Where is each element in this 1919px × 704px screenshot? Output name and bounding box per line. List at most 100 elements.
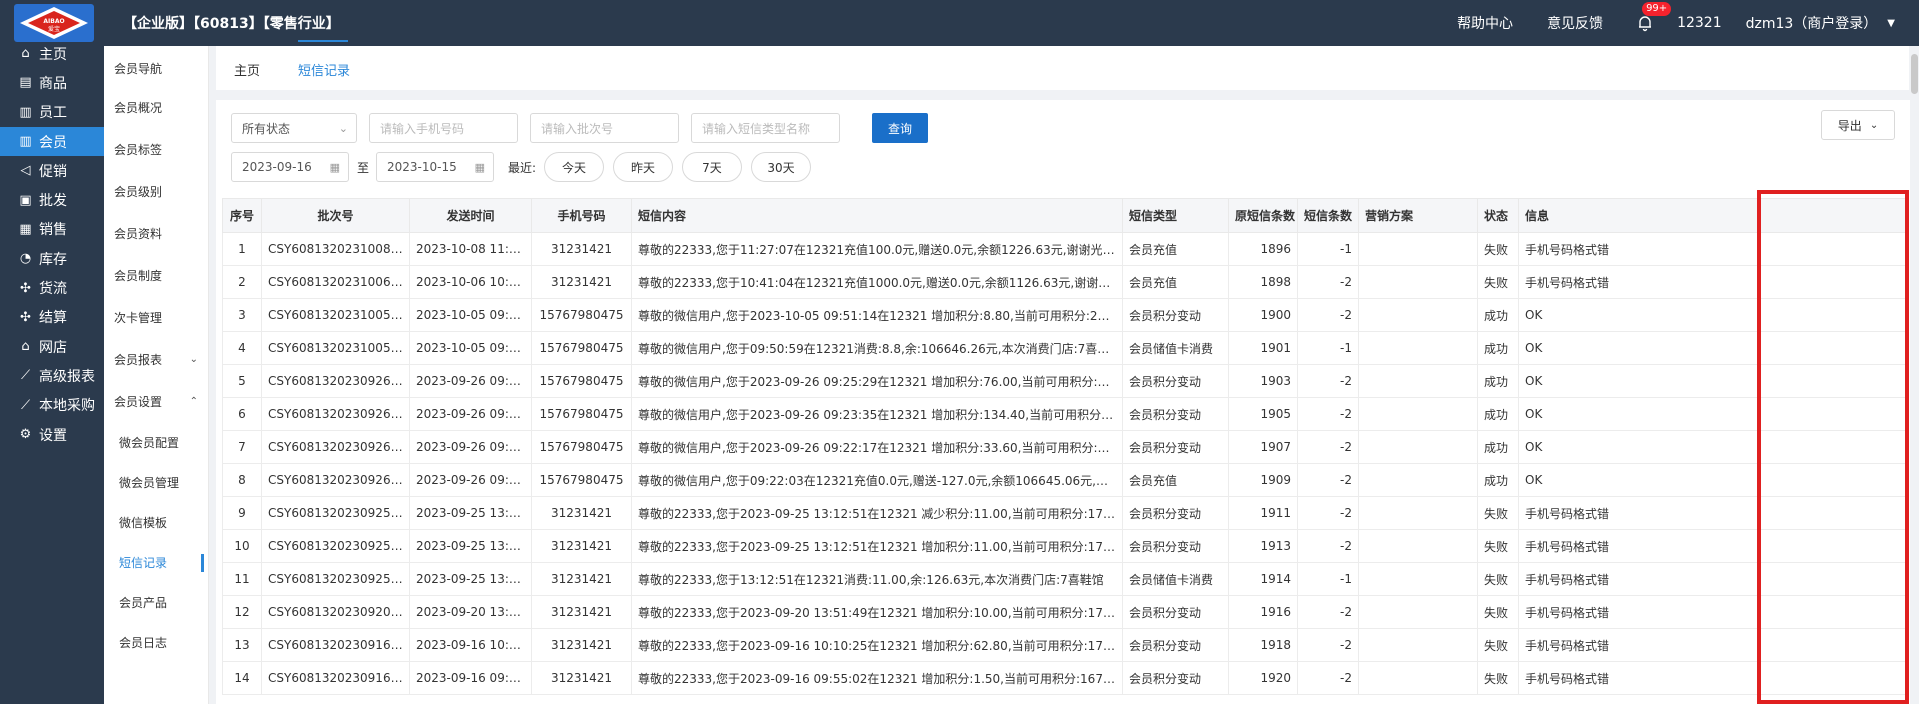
subnav-member-profile[interactable]: 会员资料 (104, 212, 208, 254)
table-row[interactable]: 13CSY60813202309161010305832023-09-16 10… (222, 628, 1907, 662)
subnav-sms-records[interactable]: 短信记录 (104, 542, 208, 582)
chevron-down-icon: ⌄ (1869, 119, 1879, 131)
subnav-member-settings[interactable]: 会员设置 ⌃ (104, 380, 208, 422)
sidebar-item-label: 货流 (39, 281, 67, 298)
table-row[interactable]: 4CSY60813202310050950597402023-10-05 09:… (222, 331, 1907, 365)
table-row[interactable]: 2CSY60813202310061041044702023-10-06 10:… (222, 265, 1907, 299)
sidebar-item-store[interactable]: ⌂ 网店 (0, 332, 104, 361)
subnav-member-overview[interactable]: 会员概况 (104, 86, 208, 128)
sidebar-item-home[interactable]: ⌂ 主页 (0, 39, 104, 68)
chevron-down-icon[interactable]: ▼ (1887, 18, 1895, 29)
table-cell: 15767980475 (531, 463, 632, 497)
table-cell (1358, 298, 1478, 332)
table-cell: -1 (1297, 232, 1359, 266)
sidebar-item-promotion[interactable]: ◁ 促销 (0, 156, 104, 185)
export-button[interactable]: 导出 ⌄ (1821, 110, 1895, 140)
table-row[interactable]: 6CSY60813202309260923401432023-09-26 09:… (222, 397, 1907, 431)
scrollbar-thumb[interactable] (1911, 54, 1918, 94)
subnav-card-management[interactable]: 次卡管理 (104, 296, 208, 338)
sidebar-item-settlement[interactable]: ✣ 结算 (0, 303, 104, 332)
table-cell (1358, 562, 1478, 596)
table-row[interactable]: 10CSY60813202309251313002272023-09-25 13… (222, 529, 1907, 563)
table-cell: 1903 (1228, 364, 1298, 398)
batch-input[interactable]: 请输入批次号 (530, 113, 679, 143)
table-row[interactable]: 9CSY60813202309251313300662023-09-25 13:… (222, 496, 1907, 530)
table-cell: -2 (1297, 397, 1359, 431)
sidebar-item-label: 销售 (39, 222, 67, 239)
subnav-member-nav[interactable]: 会员导航 (104, 50, 208, 86)
date-to-input[interactable]: 2023-10-15 ▦ (376, 152, 494, 182)
quick-30days-button[interactable]: 30天 (751, 152, 811, 182)
quick-yesterday-button[interactable]: 昨天 (613, 152, 673, 182)
table-row[interactable]: 5CSY60813202309260925403052023-09-26 09:… (222, 364, 1907, 398)
subnav-member-products[interactable]: 会员产品 (104, 582, 208, 622)
table-cell: 1907 (1228, 430, 1298, 464)
phone-input[interactable]: 请输入手机号码 (369, 113, 518, 143)
sidebar-item-label: 高级报表 (39, 368, 95, 385)
table-row[interactable]: 1CSY60813202310081127078672023-10-08 11:… (222, 232, 1907, 266)
table-cell: 会员积分变动 (1122, 529, 1229, 563)
table-cell: 1914 (1228, 562, 1298, 596)
status-select[interactable]: 所有状态 ⌄ (231, 113, 357, 143)
page-scrollbar[interactable] (1910, 46, 1919, 704)
subnav-wechat-member-config[interactable]: 微会员配置 (104, 422, 208, 462)
sidebar-item-purchase[interactable]: ⟋ 本地采购 (0, 391, 104, 420)
member-subnav: 会员导航 会员概况 会员标签 会员级别 会员资料 会员制度 次卡管理 会员报表 … (104, 46, 209, 704)
quick-today-button[interactable]: 今天 (544, 152, 604, 182)
table-row[interactable]: 3CSY60813202310050951202702023-10-05 09:… (222, 298, 1907, 332)
sidebar-item-member[interactable]: ▥ 会员 (0, 126, 104, 157)
subnav-member-report[interactable]: 会员报表 ⌄ (104, 338, 208, 380)
sidebar-item-sales[interactable]: ▦ 销售 (0, 215, 104, 244)
table-cell: 7 (222, 430, 262, 464)
table-row[interactable]: 8CSY60813202309260922035962023-09-26 09:… (222, 463, 1907, 497)
sidebar-item-stock[interactable]: ◔ 库存 (0, 244, 104, 273)
sidebar-item-label: 设置 (39, 427, 67, 444)
promotion-icon: ◁ (20, 163, 31, 179)
tab-sms-records[interactable]: 短信记录 (298, 60, 350, 79)
column-header: 原短信条数 (1228, 198, 1298, 233)
table-cell: 31231421 (531, 628, 632, 662)
table-cell: 失败 (1477, 562, 1519, 596)
sidebar-item-logistics[interactable]: ✣ 货流 (0, 273, 104, 302)
sidebar-item-report[interactable]: ⟋ 高级报表 (0, 361, 104, 390)
table-cell: 1911 (1228, 496, 1298, 530)
table-row[interactable]: 7CSY60813202309260922301772023-09-26 09:… (222, 430, 1907, 464)
user-menu[interactable]: dzm13（商户登录） (1746, 13, 1878, 33)
table-cell: CSY6081320230926092203596 (261, 463, 410, 497)
sidebar-item-staff[interactable]: ▥ 员工 (0, 98, 104, 127)
subnav-wechat-member-manage[interactable]: 微会员管理 (104, 462, 208, 502)
table-cell: CSY6081320230926092540305 (261, 364, 410, 398)
sidebar-item-wholesale[interactable]: ▣ 批发 (0, 185, 104, 214)
sidebar-item-goods[interactable]: ▤ 商品 (0, 68, 104, 97)
table-row[interactable]: 11CSY60813202309251312517402023-09-25 13… (222, 562, 1907, 596)
table-cell: 会员充值 (1122, 232, 1229, 266)
sales-icon: ▦ (19, 221, 32, 237)
tab-home[interactable]: 主页 (234, 60, 260, 79)
help-center-link[interactable]: 帮助中心 (1457, 13, 1513, 33)
date-from-input[interactable]: 2023-09-16 ▦ (231, 152, 349, 182)
table-cell (1358, 265, 1478, 299)
aibao-logo[interactable]: AIBAO 爱宝 (14, 4, 94, 42)
table-row[interactable]: 12CSY60813202309201352001742023-09-20 13… (222, 595, 1907, 629)
date-to-value: 2023-10-15 (387, 160, 457, 174)
table-cell: 尊敬的22333,您于2023-09-25 13:12:51在12321 减少积… (631, 496, 1123, 530)
table-cell: 15767980475 (531, 430, 632, 464)
table-row[interactable]: 14CSY60813202309160955101702023-09-16 09… (222, 661, 1907, 695)
table-cell: OK (1518, 397, 1907, 431)
table-cell: 1918 (1228, 628, 1298, 662)
subnav-member-level[interactable]: 会员级别 (104, 170, 208, 212)
feedback-link[interactable]: 意见反馈 (1547, 13, 1603, 33)
subnav-member-tags[interactable]: 会员标签 (104, 128, 208, 170)
quick-7days-button[interactable]: 7天 (682, 152, 742, 182)
table-cell: 2023-10-06 10:41:04 (409, 265, 532, 299)
subnav-member-log[interactable]: 会员日志 (104, 622, 208, 662)
notification-bell-icon[interactable]: 99+ (1637, 2, 1672, 32)
sms-type-input[interactable]: 请输入短信类型名称 (691, 113, 840, 143)
notification-badge: 99+ (1642, 2, 1672, 16)
column-header: 信息 (1518, 198, 1907, 233)
subnav-wechat-template[interactable]: 微信模板 (104, 502, 208, 542)
table-cell: 10 (222, 529, 262, 563)
query-button[interactable]: 查询 (872, 113, 928, 143)
subnav-member-policy[interactable]: 会员制度 (104, 254, 208, 296)
sidebar-item-settings[interactable]: ⚙ 设置 (0, 420, 104, 449)
